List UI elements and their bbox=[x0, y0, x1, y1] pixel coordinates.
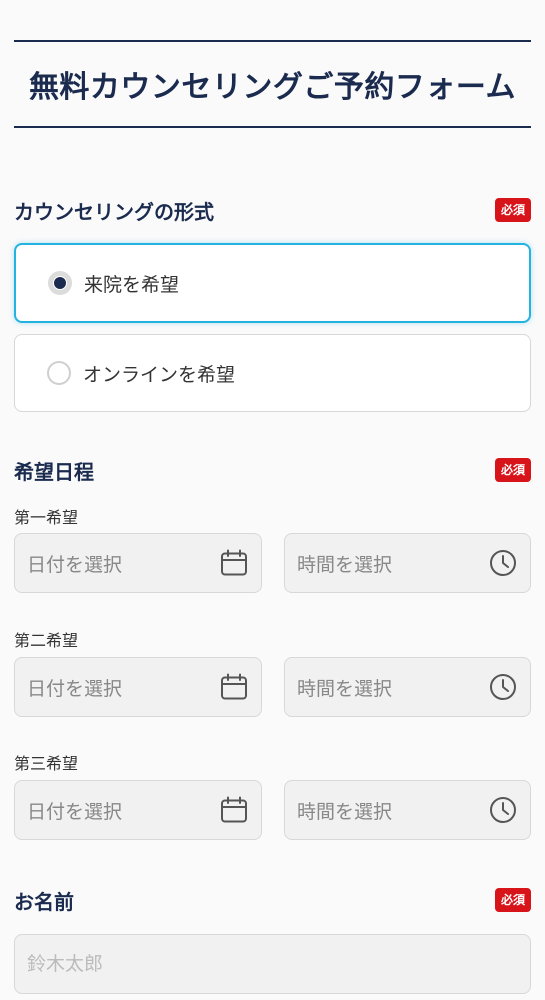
counseling-type-header: カウンセリングの形式 必須 bbox=[14, 196, 531, 224]
first-date-picker[interactable]: 日付を選択 bbox=[14, 533, 262, 593]
third-date-picker[interactable]: 日付を選択 bbox=[14, 780, 262, 840]
calendar-icon bbox=[221, 549, 247, 576]
radio-label-visit: 来院を希望 bbox=[84, 273, 180, 296]
time-placeholder: 時間を選択 bbox=[297, 800, 393, 823]
calendar-icon bbox=[221, 673, 247, 700]
name-input[interactable] bbox=[14, 934, 531, 994]
time-placeholder: 時間を選択 bbox=[297, 677, 393, 700]
calendar-icon bbox=[221, 796, 247, 823]
radio-option-visit[interactable]: 来院を希望 bbox=[14, 243, 531, 323]
counseling-type-title: カウンセリングの形式 bbox=[14, 199, 214, 224]
second-time-picker[interactable]: 時間を選択 bbox=[284, 657, 531, 717]
required-badge: 必須 bbox=[494, 888, 531, 912]
third-preference-label: 第三希望 bbox=[14, 754, 79, 773]
first-preference-label: 第一希望 bbox=[14, 508, 79, 527]
date-placeholder: 日付を選択 bbox=[27, 677, 123, 700]
name-header: お名前 必須 bbox=[14, 886, 531, 914]
radio-option-online[interactable]: オンラインを希望 bbox=[14, 334, 531, 412]
second-date-picker[interactable]: 日付を選択 bbox=[14, 657, 262, 717]
page-title: 無料カウンセリングご予約フォーム bbox=[28, 70, 517, 105]
radio-button-unselected[interactable] bbox=[47, 361, 71, 385]
schedule-title: 希望日程 bbox=[14, 459, 94, 484]
name-title: お名前 bbox=[14, 889, 74, 914]
required-badge: 必須 bbox=[494, 198, 531, 222]
clock-icon bbox=[490, 550, 516, 576]
date-placeholder: 日付を選択 bbox=[27, 800, 123, 823]
clock-icon bbox=[490, 797, 516, 823]
first-time-picker[interactable]: 時間を選択 bbox=[284, 533, 531, 593]
clock-icon bbox=[490, 674, 516, 700]
time-placeholder: 時間を選択 bbox=[297, 553, 393, 576]
second-preference-label: 第二希望 bbox=[14, 631, 79, 650]
radio-button-selected[interactable] bbox=[48, 271, 72, 295]
radio-label-online: オンラインを希望 bbox=[83, 363, 236, 386]
schedule-header: 希望日程 必須 bbox=[14, 456, 531, 484]
form-header: 無料カウンセリングご予約フォーム bbox=[14, 40, 531, 128]
date-placeholder: 日付を選択 bbox=[27, 553, 123, 576]
third-time-picker[interactable]: 時間を選択 bbox=[284, 780, 531, 840]
required-badge: 必須 bbox=[494, 458, 531, 482]
radio-dot bbox=[54, 277, 66, 289]
